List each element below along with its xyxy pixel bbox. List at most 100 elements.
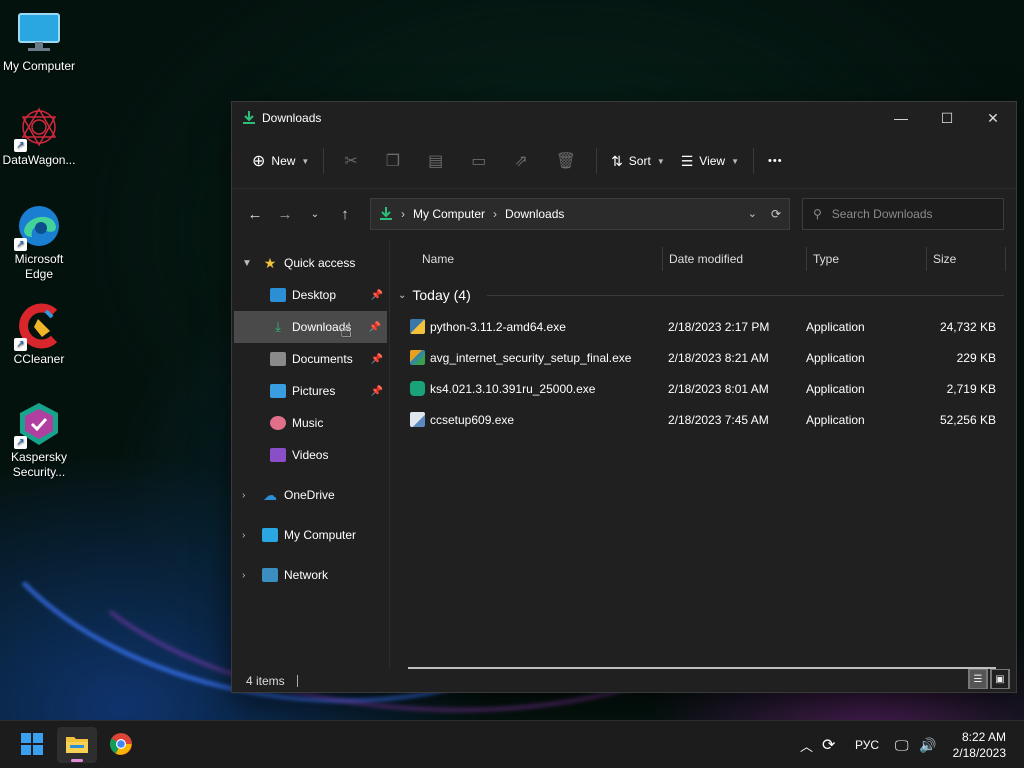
plus-circle-icon: ⊕ bbox=[252, 153, 266, 170]
mouse-pointer-icon: ☝ bbox=[340, 320, 353, 342]
group-divider bbox=[486, 294, 1004, 296]
chevron-down-icon: ▼ bbox=[731, 156, 740, 166]
sidebar-item-label: Music bbox=[292, 416, 324, 430]
chevron-expanded-icon: ▼ bbox=[242, 257, 252, 269]
network-tray-icon[interactable]: 🖵 bbox=[895, 721, 909, 768]
share-button[interactable]: ⇗ bbox=[500, 145, 541, 177]
sidebar-item-label: OneDrive bbox=[284, 488, 335, 502]
star-icon: ★ bbox=[263, 254, 277, 271]
edge-icon: ↗ bbox=[14, 203, 62, 251]
rename-button[interactable]: ▭ bbox=[457, 145, 500, 177]
view-button[interactable]: ☰ View ▼ bbox=[673, 145, 747, 177]
command-bar: ⊕ New ▼ ✂ ❐ ▤ ▭ ⇗ 🗑 ⇅ Sort ▼ ☰ View ▼ ••… bbox=[232, 134, 1016, 189]
sidebar-item-music[interactable]: Music bbox=[232, 407, 389, 439]
desktop-icon-label: My Computer bbox=[2, 59, 76, 73]
taskbar-chrome[interactable] bbox=[101, 727, 141, 763]
sidebar-item-my-computer[interactable]: › My Computer bbox=[232, 519, 389, 551]
download-arrow-icon bbox=[379, 206, 393, 223]
sidebar-item-documents[interactable]: Documents 📌 bbox=[232, 343, 389, 375]
copy-button[interactable]: ❐ bbox=[372, 145, 414, 177]
delete-button[interactable]: 🗑 bbox=[542, 145, 590, 177]
desktop-icon-kaspersky[interactable]: ↗ Kaspersky Security... bbox=[0, 401, 78, 480]
column-size[interactable]: Size bbox=[927, 246, 1005, 272]
file-type: Application bbox=[806, 381, 865, 396]
arrow-right-icon: → bbox=[277, 205, 293, 223]
sidebar-item-quick-access[interactable]: ▼ ★ Quick access bbox=[232, 247, 389, 279]
paste-button[interactable]: ▤ bbox=[414, 145, 457, 177]
desktop-folder-icon bbox=[270, 288, 286, 302]
sidebar-item-pictures[interactable]: Pictures 📌 bbox=[232, 375, 389, 407]
sidebar-item-downloads[interactable]: ⤓ Downloads 📌 bbox=[234, 311, 387, 343]
minimize-button[interactable]: — bbox=[878, 102, 924, 134]
document-icon bbox=[270, 352, 286, 366]
more-options-button[interactable]: ••• bbox=[760, 145, 791, 177]
clock[interactable]: 8:22 AM 2/18/2023 bbox=[953, 729, 1006, 761]
file-size: 52,256 KB bbox=[939, 412, 996, 427]
breadcrumb-chevron-icon: › bbox=[493, 207, 498, 221]
breadcrumb-downloads[interactable]: Downloads bbox=[505, 207, 564, 221]
column-name-label: Name bbox=[422, 252, 455, 266]
desktop-icon-ccleaner[interactable]: ↗ CCleaner bbox=[0, 303, 78, 367]
recent-locations-button[interactable]: ⌄ bbox=[300, 199, 330, 229]
details-view-button[interactable]: ☰ bbox=[968, 669, 988, 689]
desktop-icon-edge[interactable]: ↗ Microsoft Edge bbox=[0, 203, 78, 282]
sort-button[interactable]: ⇅ Sort ▼ bbox=[603, 145, 673, 177]
file-name: ks4.021.3.10.391ru_25000.exe bbox=[430, 381, 596, 396]
pin-icon: 📌 bbox=[370, 353, 383, 365]
tray-overflow-button[interactable]: ︿ bbox=[800, 721, 813, 768]
forward-button[interactable]: → bbox=[270, 199, 300, 229]
chevron-right-icon: › bbox=[242, 489, 246, 501]
title-bar[interactable]: Downloads — ☐ ✕ bbox=[232, 102, 1016, 134]
column-date-modified[interactable]: Date modified bbox=[663, 246, 806, 272]
back-button[interactable]: ← bbox=[240, 199, 270, 229]
pin-icon: 📌 bbox=[370, 385, 383, 397]
column-name[interactable]: Name bbox=[390, 246, 662, 272]
file-list: Name Date modified Type Size ⌄ Today (4)… bbox=[390, 239, 1016, 669]
file-explorer-window: Downloads — ☐ ✕ ⊕ New ▼ ✂ ❐ ▤ ▭ ⇗ 🗑 ⇅ So… bbox=[231, 101, 1017, 693]
file-row[interactable]: python-3.11.2-amd64.exe 2/18/2023 2:17 P… bbox=[390, 311, 1016, 342]
sidebar-item-label: Network bbox=[284, 568, 329, 582]
desktop-icon-datawagon[interactable]: ↗ DataWagon... bbox=[0, 104, 78, 168]
sidebar-item-network[interactable]: › Network bbox=[232, 559, 389, 591]
sidebar-item-label: My Computer bbox=[284, 528, 357, 542]
file-type: Application bbox=[806, 350, 865, 365]
chevron-down-icon: ⌄ bbox=[310, 208, 320, 220]
file-date: 2/18/2023 8:21 AM bbox=[668, 350, 769, 365]
file-size: 24,732 KB bbox=[939, 319, 996, 334]
toolbar-divider bbox=[753, 148, 755, 174]
download-arrow-icon: ⤓ bbox=[275, 319, 281, 334]
download-arrow-icon bbox=[242, 110, 256, 127]
volume-tray-icon[interactable]: 🔊 bbox=[919, 721, 936, 768]
language-indicator[interactable]: РУС bbox=[855, 721, 879, 768]
desktop-icon-label: DataWagon... bbox=[2, 153, 76, 167]
sidebar-item-label: Desktop bbox=[292, 288, 337, 302]
file-row[interactable]: ks4.021.3.10.391ru_25000.exe 2/18/2023 8… bbox=[390, 373, 1016, 404]
sidebar-item-videos[interactable]: Videos bbox=[232, 439, 389, 471]
breadcrumb-my-computer[interactable]: My Computer bbox=[413, 207, 485, 221]
file-row[interactable]: avg_internet_security_setup_final.exe 2/… bbox=[390, 342, 1016, 373]
monitor-icon bbox=[16, 10, 62, 56]
tiles-view-button[interactable]: ▣ bbox=[990, 669, 1010, 689]
close-button[interactable]: ✕ bbox=[970, 102, 1016, 134]
search-box[interactable]: ⚲ Search Downloads bbox=[802, 198, 1004, 230]
file-row[interactable]: ccsetup609.exe 2/18/2023 7:45 AM Applica… bbox=[390, 404, 1016, 435]
start-button[interactable] bbox=[12, 727, 52, 763]
sidebar-item-desktop[interactable]: Desktop 📌 bbox=[232, 279, 389, 311]
refresh-icon[interactable]: ⟳ bbox=[771, 207, 781, 221]
sidebar-item-onedrive[interactable]: › ☁ OneDrive bbox=[232, 479, 389, 511]
taskbar-file-explorer[interactable] bbox=[57, 727, 97, 763]
column-divider[interactable] bbox=[1005, 247, 1006, 271]
new-button[interactable]: ⊕ New ▼ bbox=[244, 145, 317, 177]
address-history-chevron-icon[interactable]: ⌄ bbox=[748, 207, 757, 221]
chevron-down-icon: ▼ bbox=[301, 156, 310, 166]
address-bar[interactable]: › My Computer › Downloads ⌄ ⟳ bbox=[370, 198, 790, 230]
up-button[interactable]: ↑ bbox=[330, 199, 360, 229]
group-header-today[interactable]: ⌄ Today (4) bbox=[390, 279, 1016, 311]
maximize-button[interactable]: ☐ bbox=[924, 102, 970, 134]
desktop-icon-my-computer[interactable]: My Computer bbox=[0, 10, 78, 74]
tray-update-icon[interactable]: ⟳ bbox=[822, 721, 835, 768]
cut-button[interactable]: ✂ bbox=[330, 145, 371, 177]
file-type: Application bbox=[806, 412, 865, 427]
video-icon bbox=[270, 448, 286, 462]
column-type[interactable]: Type bbox=[807, 246, 926, 272]
